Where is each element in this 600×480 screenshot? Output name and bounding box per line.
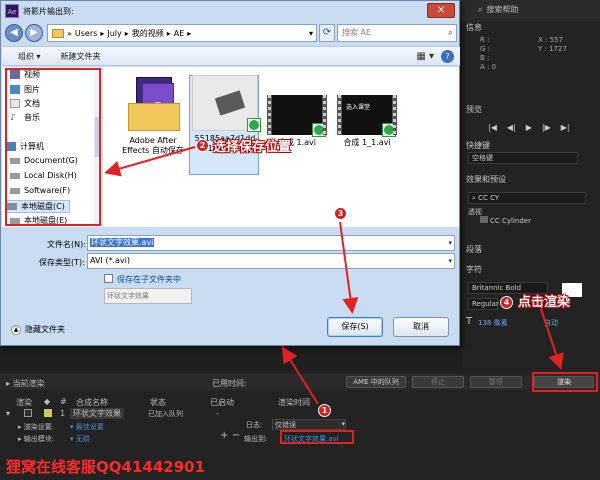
annotation-step-1-badge: 1 — [318, 404, 331, 417]
watermark-text: 狸窝在线客服QQ41442901 — [6, 458, 205, 476]
annotation-step-4-badge: 4 — [500, 296, 513, 309]
annotation-step-2-text: 选择保存位置 — [213, 140, 292, 155]
annotation-step-4-text: 点击渲染 — [518, 295, 571, 310]
annotation-step-2-badge: 2 — [196, 139, 209, 152]
annotation-step-3-badge: 3 — [334, 207, 347, 220]
annotation-arrows — [104, 146, 564, 405]
